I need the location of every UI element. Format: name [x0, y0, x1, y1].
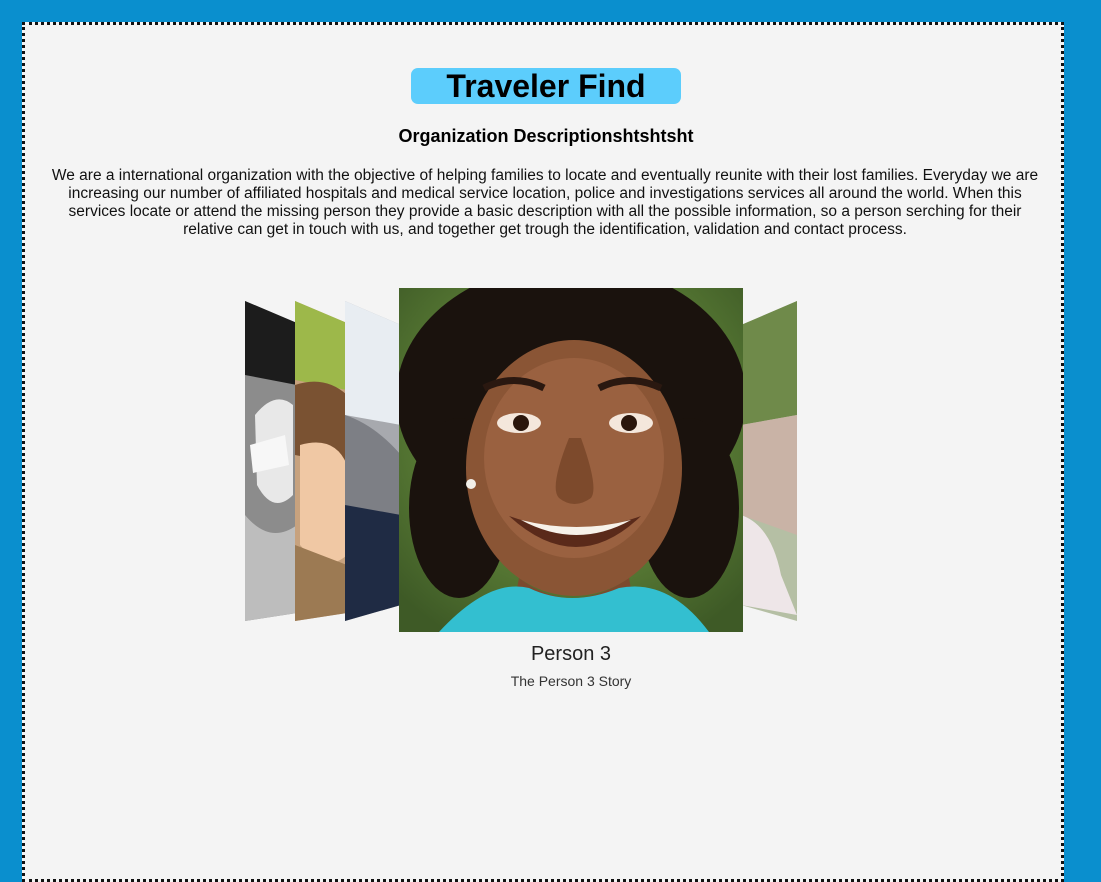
carousel-slide-2[interactable]: [295, 295, 347, 625]
photo-person-3-image: [399, 288, 743, 632]
carousel-slide-active[interactable]: [399, 288, 743, 632]
photo-man-image: [345, 301, 401, 621]
active-person-story: The Person 3 Story: [510, 673, 632, 689]
photo-bw-image: [245, 301, 297, 621]
active-person-name: Person 3: [530, 643, 612, 665]
carousel-slide-5[interactable]: [741, 295, 797, 625]
carousel-slide-1[interactable]: [245, 295, 297, 625]
carousel-slide-3[interactable]: [345, 295, 401, 625]
coverflow-carousel[interactable]: [25, 25, 1067, 725]
photo-woman-image: [741, 301, 797, 621]
photo-child-image: [295, 301, 347, 621]
main-panel: Traveler Find Organization Descriptionsh…: [22, 22, 1064, 882]
